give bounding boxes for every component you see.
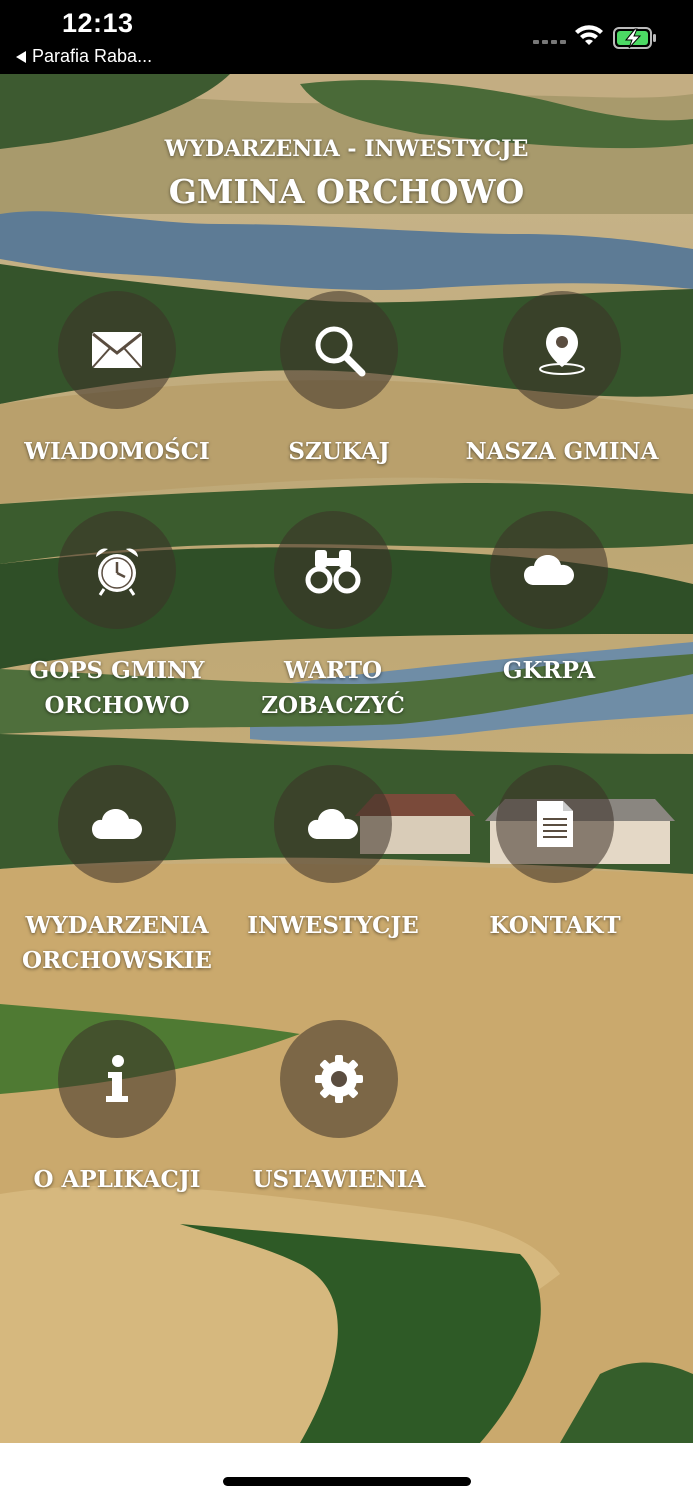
menu-label-gops: GOPS GMINY ORCHOWO [29,657,205,719]
menu-label-wiadomosci: WIADOMOŚCI [24,438,210,465]
menu-label-o-aplikacji: O APLIKACJI [33,1166,201,1193]
back-arrow-icon [16,50,26,63]
menu-label-wydarzenia-orchowskie: WYDARZENIA ORCHOWSKIE [22,912,212,974]
menu-label-ustawienia: USTAWIENIA [252,1166,426,1193]
cellular-dots-icon [533,40,566,44]
menu-label-szukaj: SZUKAJ [288,438,390,465]
cloud-icon [58,765,176,883]
menu-label-inwestycje: INWESTYCJE [247,912,419,939]
map-pin-icon [503,291,621,409]
status-bar: 12:13 Parafia Raba... [0,0,693,74]
menu-label-gkrpa: GKRPA [502,657,596,684]
wifi-icon [575,25,603,45]
gear-icon [280,1020,398,1138]
binoculars-icon [274,511,392,629]
back-to-app-link[interactable]: Parafia Raba... [16,46,152,67]
back-app-label: Parafia Raba... [32,46,153,66]
battery-charging-icon [613,27,656,49]
status-time: 12:13 [62,8,134,38]
background-landscape-image [0,74,693,1443]
home-indicator[interactable] [223,1477,471,1486]
page-subtitle: WYDARZENIA - INWESTYCJE [164,136,529,162]
menu-label-warto-zobaczyc: WARTO ZOBACZYĆ [261,657,405,719]
search-icon [280,291,398,409]
menu-label-kontakt: KONTAKT [489,912,621,939]
cloud-icon [490,511,608,629]
page-title: GMINA ORCHOWO [168,172,525,211]
info-icon [58,1020,176,1138]
document-icon [496,765,614,883]
cloud-icon [274,765,392,883]
menu-label-nasza-gmina: NASZA GMINA [465,438,659,465]
envelope-icon [58,291,176,409]
alarm-clock-icon [58,511,176,629]
